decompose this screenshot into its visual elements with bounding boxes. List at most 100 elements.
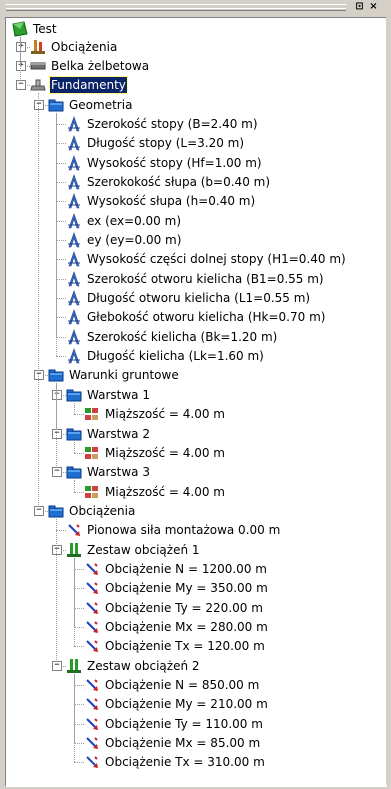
collapse-icon[interactable]: − (34, 99, 44, 110)
tree-node[interactable]: − Geometria (34, 97, 376, 113)
force-icon (86, 718, 98, 730)
tree-node[interactable]: − Warstwa 2 (52, 426, 376, 442)
tree-node[interactable]: − Warstwa 1 (52, 387, 376, 403)
tree-node[interactable]: Obciążenie N = 850.00 m (84, 677, 376, 693)
tree-node[interactable]: − Zestaw obciążeń 1 (52, 542, 376, 558)
dimension-icon (68, 174, 80, 190)
tree-node[interactable]: − Fundamenty (16, 76, 376, 95)
tree-node[interactable]: Obciążenie Mx = 280.00 m (84, 619, 376, 635)
tree-node[interactable]: ey (ey=0.00 m) (66, 232, 376, 248)
tree-node[interactable]: Wysokość części dolnej stopy (H1=0.40 m) (66, 251, 376, 267)
tree-node[interactable]: + Obciążenia (16, 39, 376, 55)
grip-line (6, 8, 346, 9)
dimension-icon (68, 154, 80, 170)
tree-node[interactable]: ex (ex=0.00 m) (66, 212, 376, 229)
tree-node[interactable]: Obciążenie Mx = 85.00 m (84, 735, 376, 751)
tree-node[interactable]: Długość otworu kielicha (L1=0.55 m) (66, 290, 376, 306)
tree-node[interactable]: Głebokość otworu kielicha (Hk=0.70 m) (66, 309, 376, 325)
tree-node-label: Długość kielicha (Lk=1.60 m) (87, 349, 264, 364)
project-tree[interactable]: Test + Obciążenia + Belka żelbetowa − Fundame… (5, 17, 387, 787)
tree-node-label: Długość stopy (L=3.20 m) (87, 136, 245, 151)
soil-layer-icon (85, 485, 98, 498)
tree-node[interactable]: Szerokość otworu kielicha (B1=0.55 m) (66, 270, 376, 287)
collapse-icon[interactable]: − (52, 544, 62, 555)
tree-node-label: Belka żelbetowa (51, 58, 150, 73)
tree-node[interactable]: Obciążenie My = 210.00 m (84, 696, 376, 712)
tree-node[interactable]: Miąższość = 4.00 m (84, 445, 376, 461)
tree-node[interactable]: Obciążenie Ty = 110.00 m (84, 716, 376, 732)
beam-icon (30, 62, 46, 70)
tree-node[interactable]: Wysokość stopy (Hf=1.00 m) (66, 154, 376, 171)
tree-root[interactable]: Test (12, 21, 312, 37)
force-icon (86, 601, 98, 614)
collapse-icon[interactable]: − (52, 660, 62, 671)
tree-node-label: Geometria (69, 97, 133, 112)
tree-node-label: Warstwa 2 (87, 426, 150, 441)
collapse-icon[interactable]: − (34, 505, 44, 516)
tree-node[interactable]: Miąższość = 4.00 m (84, 406, 376, 422)
collapse-icon[interactable]: − (52, 467, 62, 478)
tree-guide (56, 220, 66, 222)
tree-guide (56, 278, 66, 280)
tree-guide (74, 557, 75, 647)
tree-node[interactable]: Obciążenie Tx = 310.00 m (84, 754, 376, 770)
tree-guide (74, 568, 84, 570)
tree-guide (74, 402, 75, 415)
dimension-icon (68, 328, 80, 345)
tree-node-label: Obciążenie Mx = 85.00 m (105, 736, 261, 751)
tree-node[interactable]: Szerokość kielicha (Bk=1.20 m) (66, 328, 376, 345)
panel-titlebar[interactable]: ⊡ × (2, 0, 389, 15)
tree-node[interactable]: Obciążenie Tx = 120.00 m (84, 638, 376, 654)
tree-guide (38, 93, 39, 511)
tree-node-label: Miąższość = 4.00 m (105, 445, 225, 460)
tree-node-label: Obciążenia (69, 503, 136, 518)
dimension-icon (68, 270, 80, 286)
tree-guide (74, 685, 84, 687)
tree-node[interactable]: Obciążenie Ty = 220.00 m (84, 600, 376, 616)
collapse-icon[interactable]: − (52, 389, 62, 400)
tree-node[interactable]: − Obciążenia (34, 503, 376, 519)
tree-node-label: ex (ex=0.00 m) (87, 213, 182, 228)
tree-guide (74, 762, 84, 764)
tree-node[interactable]: + Belka żelbetowa (16, 58, 376, 74)
tree-node[interactable]: Obciążenie My = 350.00 m (84, 580, 376, 596)
tree-node[interactable]: − Warunki gruntowe (34, 367, 376, 383)
tree-node-label: Obciążenie Tx = 120.00 m (105, 639, 265, 654)
tree-node-label: Obciążenie Ty = 110.00 m (105, 716, 263, 731)
collapse-icon[interactable]: − (52, 428, 62, 439)
soil-layer-icon (85, 408, 98, 421)
tree-node-label: Fundamenty (49, 76, 128, 95)
force-icon (68, 524, 80, 537)
collapse-icon[interactable]: − (34, 370, 44, 381)
tree-node[interactable]: Miąższość = 4.00 m (84, 484, 376, 500)
force-icon (86, 737, 98, 750)
dimension-icon (68, 115, 80, 132)
tree-node[interactable]: − Zestaw obciążeń 2 (52, 658, 376, 674)
collapse-icon[interactable]: − (16, 80, 26, 91)
tree-guide (56, 259, 66, 261)
tree-guide (74, 646, 84, 648)
tree-node[interactable]: Szerokość stopy (B=2.40 m) (66, 115, 376, 132)
tree-node-label: Obciążenie Mx = 280.00 m (105, 620, 268, 634)
pin-icon[interactable]: ⊡ (354, 1, 365, 12)
tree-node[interactable]: Długość kielicha (Lk=1.60 m) (66, 348, 376, 364)
tree-node[interactable]: Pionowa siła montażowa 0.00 m (66, 522, 376, 538)
tree-panel: ⊡ × Test + Obciążenia + Belka żelbetowa − Fun… (0, 0, 391, 789)
tree-guide (74, 452, 84, 454)
tree-node-label: Głebokość otworu kielicha (Hk=0.70 m) (87, 310, 326, 325)
dimension-icon (68, 193, 80, 209)
dimension-icon (68, 232, 80, 248)
tree-node[interactable]: Szerokokość słupa (b=0.40 m) (66, 174, 376, 190)
force-icon (86, 698, 98, 711)
close-icon[interactable]: × (368, 1, 379, 12)
dimension-icon (68, 348, 80, 364)
tree-node-label: Pionowa siła montażowa 0.00 m (87, 523, 281, 538)
expand-icon[interactable]: + (16, 41, 26, 52)
tree-node[interactable]: Wysokość słupa (h=0.40 m) (66, 193, 376, 209)
tree-guide (74, 414, 84, 416)
force-icon (86, 679, 98, 692)
tree-node[interactable]: Długość stopy (L=3.20 m) (66, 135, 376, 151)
tree-node[interactable]: − Warstwa 3 (52, 464, 376, 480)
tree-node[interactable]: Obciążenie N = 1200.00 m (84, 561, 376, 577)
expand-icon[interactable]: + (16, 60, 26, 71)
